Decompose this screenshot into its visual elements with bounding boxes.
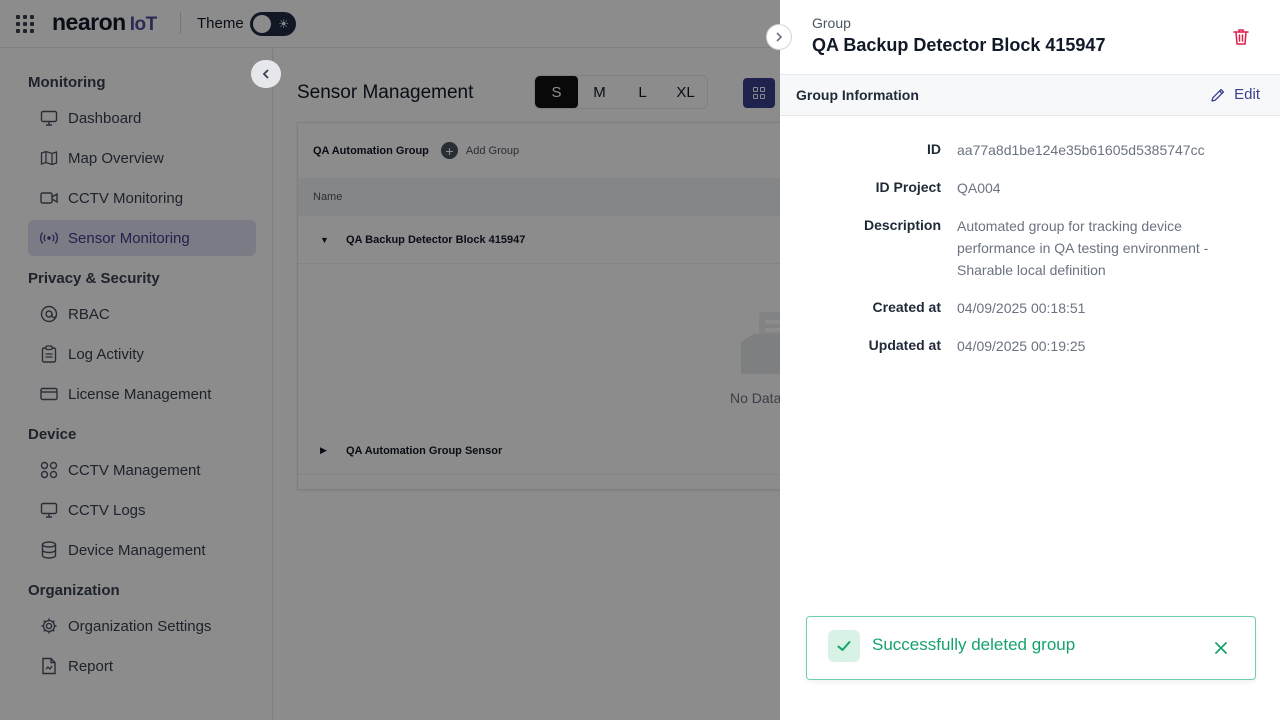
field-label-updated-at: Updated at xyxy=(868,337,941,353)
edit-label: Edit xyxy=(1234,86,1260,103)
chevron-right-icon xyxy=(776,32,783,42)
toast-message: Successfully deleted group xyxy=(872,635,1076,654)
group-detail-drawer: Group QA Backup Detector Block 415947 Gr… xyxy=(780,0,1280,720)
field-label-id-project: ID Project xyxy=(875,179,941,195)
section-title: Group Information xyxy=(796,87,919,103)
success-toast: Successfully deleted group xyxy=(806,616,1256,680)
delete-button[interactable] xyxy=(1231,27,1251,47)
field-value-description: Automated group for tracking device perf… xyxy=(957,218,1209,278)
pencil-icon xyxy=(1211,88,1225,102)
trash-icon xyxy=(1233,29,1249,45)
field-value-id-project: QA004 xyxy=(957,180,1001,196)
chevron-left-icon xyxy=(262,69,269,79)
drawer-subtitle: Group xyxy=(812,15,851,31)
collapse-sidebar-button[interactable] xyxy=(251,60,281,88)
field-value-id: aa77a8d1be124e35b61605d5385747cc xyxy=(957,142,1205,158)
field-value-updated-at: 04/09/2025 00:19:25 xyxy=(957,338,1086,354)
drawer-title: QA Backup Detector Block 415947 xyxy=(812,35,1106,55)
field-label-created-at: Created at xyxy=(872,299,941,315)
field-label-id: ID xyxy=(927,141,941,157)
field-value-created-at: 04/09/2025 00:18:51 xyxy=(957,300,1086,316)
checkmark-icon xyxy=(828,630,860,662)
edit-button[interactable]: Edit xyxy=(1210,86,1260,103)
section-header: Group Information Edit xyxy=(780,74,1280,116)
close-drawer-button[interactable] xyxy=(766,24,792,50)
close-toast-icon[interactable] xyxy=(1212,639,1230,657)
field-label-description: Description xyxy=(863,217,941,233)
